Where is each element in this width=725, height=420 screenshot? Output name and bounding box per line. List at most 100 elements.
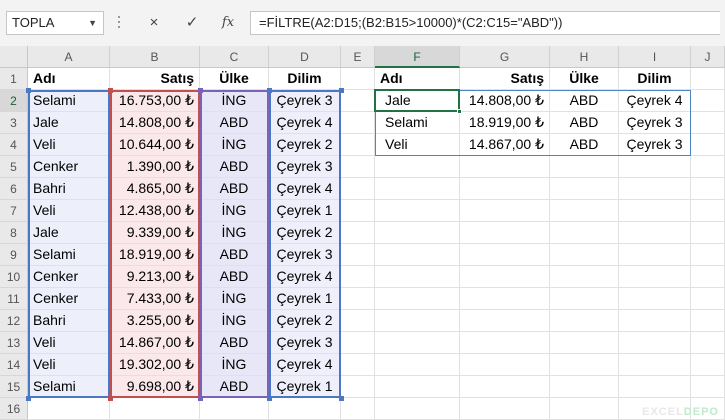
cell[interactable] [460,310,550,332]
range-handle[interactable] [339,88,344,93]
cell[interactable] [619,310,691,332]
result-cell[interactable]: Çeyrek 3 [619,134,691,156]
range-handle[interactable] [198,88,203,93]
table-cell[interactable]: Jale [28,222,110,244]
range-handle[interactable] [339,396,344,401]
cell[interactable] [460,178,550,200]
row-header-6[interactable]: 6 [0,178,28,200]
column-header-i[interactable]: I [619,46,691,68]
table-cell[interactable]: Çeyrek 1 [269,288,341,310]
table-cell[interactable]: Çeyrek 4 [269,178,341,200]
cell[interactable] [460,200,550,222]
cell[interactable] [341,332,375,354]
range-handle[interactable] [108,88,113,93]
table-cell[interactable]: Selami [28,90,110,112]
result-header-cell[interactable]: Adı [375,68,460,90]
cell[interactable] [691,178,725,200]
table-cell[interactable]: Çeyrek 1 [269,376,341,398]
table-cell[interactable]: Çeyrek 4 [269,266,341,288]
result-cell[interactable]: Veli [375,134,460,156]
table-cell[interactable]: ABD [200,266,269,288]
cell[interactable] [619,244,691,266]
cell[interactable] [619,354,691,376]
table-cell[interactable]: ABD [200,332,269,354]
cell[interactable] [375,200,460,222]
table-cell[interactable]: Cenker [28,288,110,310]
cell[interactable] [375,288,460,310]
result-header-cell[interactable]: Dilim [619,68,691,90]
cell[interactable] [550,332,619,354]
cell[interactable] [460,376,550,398]
table-cell[interactable]: 1.390,00 ₺ [110,156,200,178]
row-header-7[interactable]: 7 [0,200,28,222]
cell[interactable] [550,376,619,398]
cell[interactable] [550,156,619,178]
table-cell[interactable]: Cenker [28,266,110,288]
row-header-11[interactable]: 11 [0,288,28,310]
table-cell[interactable]: Bahri [28,178,110,200]
result-cell[interactable]: Çeyrek 3 [619,112,691,134]
result-cell[interactable]: Selami [375,112,460,134]
cell[interactable] [375,354,460,376]
cell[interactable] [341,90,375,112]
cell[interactable] [691,222,725,244]
table-cell[interactable]: Jale [28,112,110,134]
range-handle[interactable] [108,396,113,401]
header-cell[interactable]: Adı [28,68,110,90]
table-cell[interactable]: Veli [28,200,110,222]
cell[interactable] [619,266,691,288]
cell[interactable] [691,68,725,90]
cell[interactable] [460,288,550,310]
chevron-down-icon[interactable]: ▼ [88,12,97,34]
range-handle[interactable] [26,88,31,93]
cell[interactable] [200,398,269,420]
cell[interactable] [341,222,375,244]
table-cell[interactable]: Çeyrek 3 [269,156,341,178]
cell[interactable] [691,354,725,376]
cell[interactable] [691,310,725,332]
cell[interactable] [691,244,725,266]
cell[interactable] [341,266,375,288]
row-header-14[interactable]: 14 [0,354,28,376]
result-cell[interactable]: 14.808,00 ₺ [460,90,550,112]
cell[interactable] [269,398,341,420]
row-header-10[interactable]: 10 [0,266,28,288]
cell[interactable] [28,398,110,420]
table-cell[interactable]: Çeyrek 3 [269,244,341,266]
cell[interactable] [619,156,691,178]
row-header-2[interactable]: 2 [0,90,28,112]
enter-icon[interactable]: ✓ [180,12,204,34]
table-cell[interactable]: Çeyrek 3 [269,90,341,112]
cell[interactable] [460,156,550,178]
cell[interactable] [550,266,619,288]
cell[interactable] [375,178,460,200]
row-header-3[interactable]: 3 [0,112,28,134]
fill-handle[interactable] [457,109,462,114]
range-handle[interactable] [198,396,203,401]
cell[interactable] [341,288,375,310]
table-cell[interactable]: Çeyrek 4 [269,354,341,376]
table-cell[interactable]: 18.919,00 ₺ [110,244,200,266]
result-header-cell[interactable]: Ülke [550,68,619,90]
cell[interactable] [619,288,691,310]
table-cell[interactable]: 10.644,00 ₺ [110,134,200,156]
cell[interactable] [110,398,200,420]
cell[interactable] [375,376,460,398]
cell[interactable] [619,178,691,200]
cell[interactable] [550,398,619,420]
cell[interactable] [460,354,550,376]
table-cell[interactable]: 16.753,00 ₺ [110,90,200,112]
cell[interactable] [460,266,550,288]
cell[interactable] [375,310,460,332]
result-cell[interactable]: 14.867,00 ₺ [460,134,550,156]
header-cell[interactable]: Dilim [269,68,341,90]
table-cell[interactable]: ABD [200,376,269,398]
column-header-e[interactable]: E [341,46,375,68]
cell[interactable] [691,90,725,112]
cell[interactable] [341,178,375,200]
cell[interactable] [341,112,375,134]
table-cell[interactable]: 12.438,00 ₺ [110,200,200,222]
table-cell[interactable]: ABD [200,112,269,134]
cell[interactable] [550,288,619,310]
cell[interactable] [375,398,460,420]
